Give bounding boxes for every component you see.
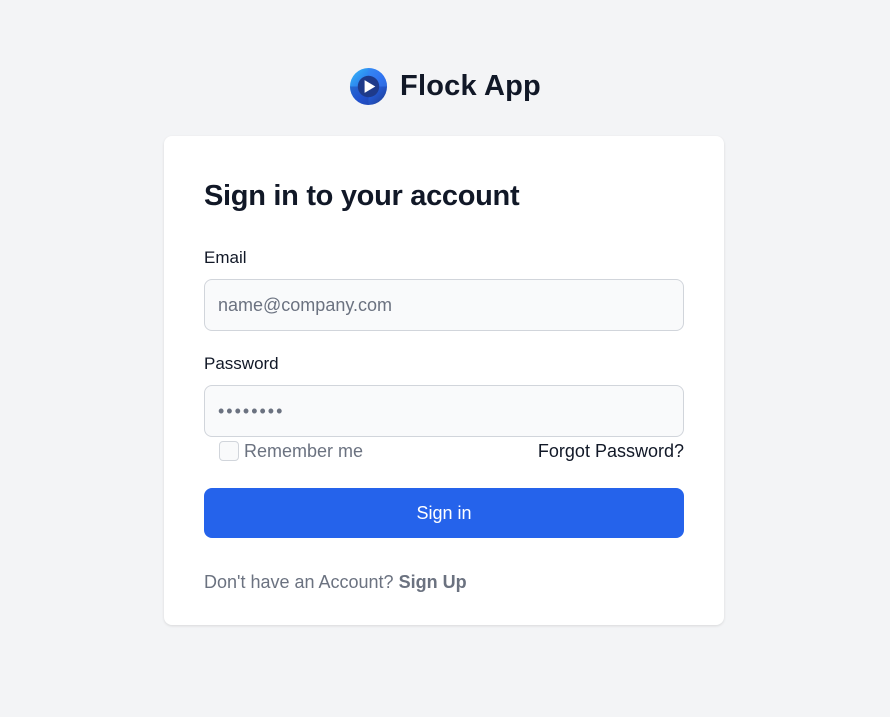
page-title: Sign in to your account bbox=[204, 180, 520, 212]
password-masked-value: •••••••• bbox=[218, 400, 285, 421]
brand-header: Flock App bbox=[0, 66, 890, 106]
form-options-row: Remember me Forgot Password? bbox=[204, 438, 684, 464]
remember-me-toggle[interactable]: Remember me bbox=[204, 441, 363, 462]
signup-prompt-text: Don't have an Account? bbox=[204, 572, 394, 592]
login-form: Email Password •••••••• Remember me Forg… bbox=[204, 247, 684, 593]
sign-in-button[interactable]: Sign in bbox=[204, 488, 684, 538]
remember-me-label: Remember me bbox=[244, 440, 364, 461]
password-label: Password bbox=[204, 354, 279, 373]
login-card: Sign in to your account Email Password •… bbox=[164, 136, 724, 625]
email-label: Email bbox=[204, 248, 247, 267]
email-field[interactable] bbox=[204, 279, 684, 331]
signup-prompt-row: Don't have an Account? Sign Up bbox=[204, 571, 684, 593]
password-field[interactable]: •••••••• bbox=[204, 385, 684, 437]
app-name: Flock App bbox=[400, 69, 541, 102]
sign-up-link[interactable]: Sign Up bbox=[399, 572, 467, 592]
play-circle-logo-icon bbox=[350, 67, 388, 105]
forgot-password-link[interactable]: Forgot Password? bbox=[538, 441, 684, 462]
login-page: Flock App Sign in to your account Email … bbox=[0, 0, 890, 717]
remember-me-checkbox[interactable] bbox=[219, 441, 239, 461]
